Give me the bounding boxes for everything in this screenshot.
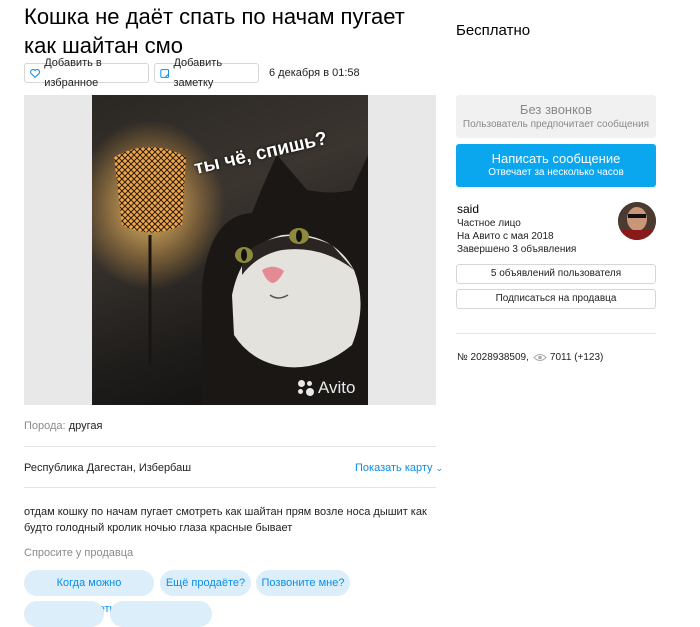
divider	[24, 446, 436, 447]
show-map-link[interactable]: Показать карту ⌄	[355, 462, 443, 474]
add-favorite-label: Добавить в избранное	[44, 57, 102, 89]
price: Бесплатно	[456, 22, 531, 39]
avito-watermark: Avito	[298, 378, 356, 398]
breed-row: Порода: другая	[24, 420, 102, 432]
note-icon	[160, 68, 170, 78]
seller-type: Частное лицо	[457, 218, 521, 229]
listing-meta: № 2028938509, 7011 (+123)	[457, 352, 603, 363]
post-date: 6 декабря в 01:58	[269, 67, 360, 79]
question-pill-partial[interactable]	[24, 601, 104, 627]
no-calls-box: Без звонков Пользователь предпочитает со…	[456, 95, 656, 138]
add-favorite-button[interactable]: Добавить в избранное	[24, 57, 149, 89]
divider	[456, 333, 656, 334]
add-note-label: Добавить заметку	[173, 57, 223, 89]
listing-title: Кошка не даёт спать по начам пугает как …	[24, 4, 405, 58]
avito-logo-icon	[298, 380, 314, 396]
eye-icon	[533, 354, 547, 361]
ask-seller-heading: Спросите у продавца	[24, 547, 134, 559]
breed-label: Порода:	[24, 420, 66, 432]
heart-icon	[30, 68, 41, 78]
seller-since: На Авито с мая 2018	[457, 231, 554, 242]
breed-value: другая	[68, 420, 103, 432]
seller-listings-button[interactable]: 5 объявлений пользователя	[456, 264, 656, 284]
seller-name-link[interactable]: said	[457, 202, 479, 216]
subscribe-seller-button[interactable]: Подписаться на продавца	[456, 289, 656, 309]
watermark-text: Avito	[318, 378, 356, 397]
question-pill[interactable]: Позвоните мне?	[256, 570, 350, 596]
add-note-button[interactable]: Добавить заметку	[154, 57, 259, 89]
question-pill[interactable]: Когда можно посмотреть?	[24, 570, 154, 615]
question-pill-partial[interactable]	[110, 601, 212, 627]
write-message-button[interactable]: Написать сообщение Отвечает за несколько…	[456, 144, 656, 187]
listing-number: № 2028938509,	[457, 352, 529, 363]
show-map-label: Показать карту	[355, 462, 433, 474]
seller-completed: Завершено 3 объявления	[457, 244, 577, 255]
divider	[24, 487, 436, 488]
avatar[interactable]	[618, 202, 656, 240]
question-pill[interactable]: Ещё продаёте?	[160, 570, 251, 596]
listing-photo[interactable]: ты чё, спишь? Avito	[24, 95, 436, 405]
location: Республика Дагестан, Избербаш	[24, 462, 192, 474]
description: отдам кошку по начам пугает смотреть как…	[24, 506, 427, 534]
chevron-down-icon: ⌄	[435, 463, 444, 473]
no-calls-title: Без звонков	[519, 102, 593, 117]
cat-photo: ты чё, спишь? Avito	[92, 95, 368, 405]
write-message-subtitle: Отвечает за несколько часов	[488, 167, 624, 178]
write-message-title: Написать сообщение	[491, 151, 621, 166]
view-count: 7011 (+123)	[549, 352, 604, 363]
no-calls-subtitle: Пользователь предпочитает сообщения	[462, 119, 650, 130]
